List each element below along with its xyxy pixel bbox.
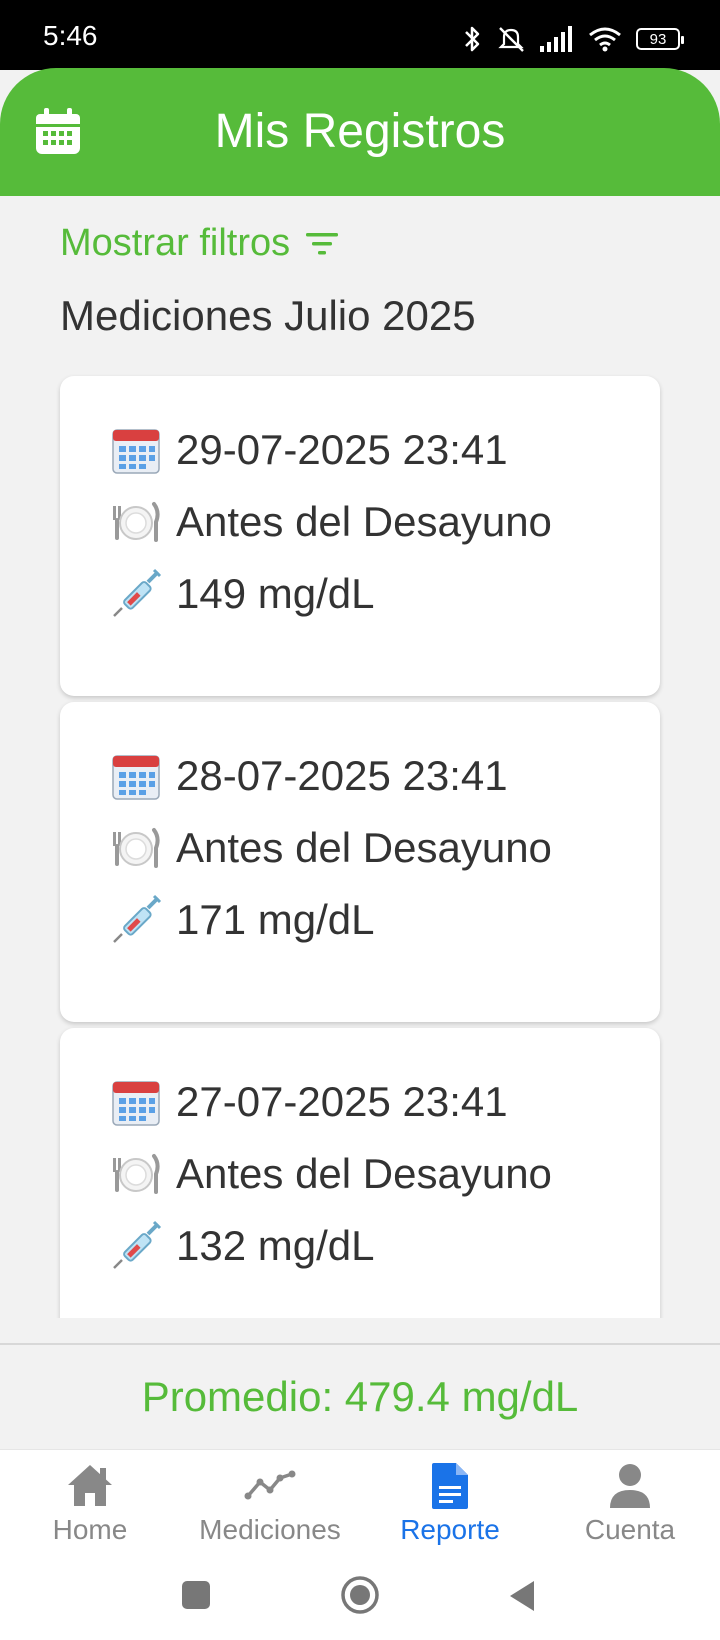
nav-cuenta-label: Cuenta <box>584 1514 676 1545</box>
record-card[interactable]: 29-07-2025 23:41 Antes del Desayuno 149 … <box>60 376 660 696</box>
summary-bar: Promedio: 479.4 mg/dL <box>0 1343 720 1451</box>
wifi-icon <box>589 27 621 52</box>
nav-cuenta[interactable]: Cuenta <box>540 1460 720 1546</box>
record-date-row: 28-07-2025 23:41 <box>110 750 508 802</box>
record-value-row: 149 mg/dL <box>110 568 374 620</box>
plate-cutlery-icon <box>113 1154 160 1194</box>
nav-mediciones[interactable]: Mediciones <box>180 1460 360 1546</box>
record-datetime: 29-07-2025 23:41 <box>176 426 508 473</box>
average-summary: Promedio: 479.4 mg/dL <box>141 1373 579 1420</box>
person-icon <box>610 1464 650 1508</box>
record-value-row: 171 mg/dL <box>110 894 374 946</box>
recents-button[interactable] <box>180 1579 212 1611</box>
nav-reporte[interactable]: Reporte <box>360 1460 540 1546</box>
app-header: Mis Registros <box>0 68 720 196</box>
record-meal: Antes del Desayuno <box>176 498 552 545</box>
record-meal-row: Antes del Desayuno <box>110 1148 552 1200</box>
record-date-row: 27-07-2025 23:41 <box>110 1076 508 1128</box>
chart-line-icon <box>244 1470 296 1500</box>
battery-icon: 93 <box>636 28 684 50</box>
record-value: 132 mg/dL <box>176 1222 375 1269</box>
plate-cutlery-icon <box>113 502 160 542</box>
show-filters-button[interactable]: Mostrar filtros <box>60 222 340 265</box>
records-list[interactable]: 29-07-2025 23:41 Antes del Desayuno 149 … <box>0 374 720 1318</box>
document-icon <box>432 1463 468 1509</box>
status-time: 5:46 <box>43 20 98 51</box>
record-value-row: 132 mg/dL <box>110 1220 374 1272</box>
calendar-icon <box>112 429 160 474</box>
nav-home-label: Home <box>52 1514 128 1545</box>
bluetooth-icon <box>465 26 480 52</box>
calendar-icon <box>112 1081 160 1126</box>
mute-icon <box>498 27 524 52</box>
nav-reporte-label: Reporte <box>400 1514 500 1545</box>
show-filters-label: Mostrar filtros <box>60 222 291 264</box>
plate-cutlery-icon <box>113 828 160 868</box>
syringe-icon <box>113 568 162 617</box>
record-card[interactable]: 28-07-2025 23:41 Antes del Desayuno 171 … <box>60 702 660 1022</box>
record-datetime: 27-07-2025 23:41 <box>176 1078 508 1125</box>
record-meal: Antes del Desayuno <box>176 1150 552 1197</box>
record-datetime: 28-07-2025 23:41 <box>176 752 508 799</box>
syringe-icon <box>113 894 162 943</box>
page-title: Mis Registros <box>214 105 506 158</box>
syringe-icon <box>113 1220 162 1269</box>
back-button[interactable] <box>506 1579 538 1613</box>
calendar-icon <box>112 755 160 800</box>
filter-icon <box>306 232 339 254</box>
status-icons: 93 <box>462 22 684 56</box>
nav-home[interactable]: Home <box>0 1460 180 1546</box>
record-card[interactable]: 27-07-2025 23:41 Antes del Desayuno 132 … <box>60 1028 660 1318</box>
battery-level: 93 <box>649 30 667 48</box>
signal-icon <box>540 26 572 52</box>
record-value: 149 mg/dL <box>176 570 375 617</box>
bottom-nav: Home Mediciones Reporte Cuenta <box>0 1449 720 1562</box>
month-heading: Mediciones Julio 2025 <box>60 292 476 339</box>
home-icon <box>68 1465 112 1506</box>
nav-mediciones-label: Mediciones <box>199 1514 341 1545</box>
record-date-row: 29-07-2025 23:41 <box>110 424 508 476</box>
record-meal-row: Antes del Desayuno <box>110 496 552 548</box>
record-meal-row: Antes del Desayuno <box>110 822 552 874</box>
record-value: 171 mg/dL <box>176 896 375 943</box>
record-meal: Antes del Desayuno <box>176 824 552 871</box>
status-bar: 5:46 93 <box>0 0 720 70</box>
system-nav-bar <box>0 1561 720 1640</box>
home-button[interactable] <box>340 1575 380 1615</box>
